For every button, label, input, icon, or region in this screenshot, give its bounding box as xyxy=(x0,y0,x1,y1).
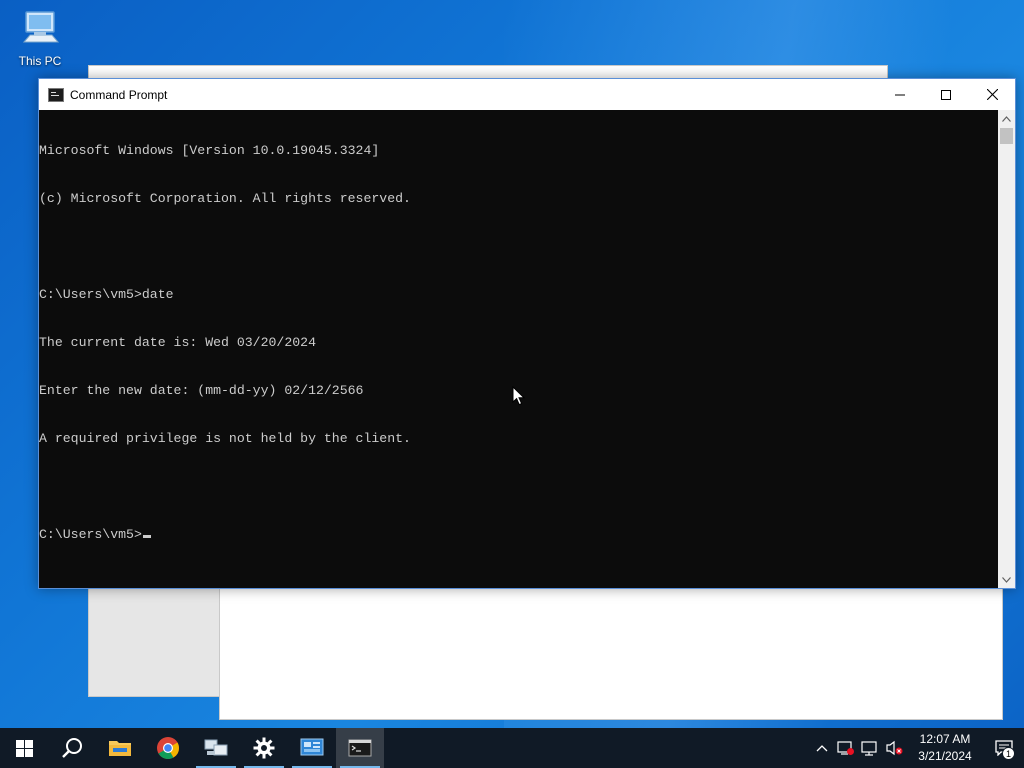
console-line: A required privilege is not held by the … xyxy=(39,431,411,446)
close-button[interactable] xyxy=(969,79,1015,110)
console-line: Microsoft Windows [Version 10.0.19045.33… xyxy=(39,143,380,158)
taskbar: 12:07 AM 3/21/2024 1 xyxy=(0,728,1024,768)
volume-muted-icon xyxy=(886,740,903,756)
command-prompt-window[interactable]: Command Prompt Microsoft Windows [Versio… xyxy=(38,78,1016,589)
tray-network-warning[interactable] xyxy=(834,728,858,768)
clock[interactable]: 12:07 AM 3/21/2024 xyxy=(906,728,984,768)
minimize-icon xyxy=(895,94,905,95)
chevron-up-icon xyxy=(816,745,828,752)
console-output[interactable]: Microsoft Windows [Version 10.0.19045.33… xyxy=(39,110,998,588)
network-icon xyxy=(861,741,877,756)
console-line: (c) Microsoft Corporation. All rights re… xyxy=(39,191,411,206)
search-button[interactable] xyxy=(48,728,96,768)
scroll-down-button[interactable] xyxy=(998,571,1015,588)
start-button[interactable] xyxy=(0,728,48,768)
chevron-up-icon xyxy=(1002,115,1011,122)
console-line: The current date is: Wed 03/20/2024 xyxy=(39,335,316,350)
chrome-button[interactable] xyxy=(144,728,192,768)
network-warning-icon xyxy=(837,741,854,755)
scroll-up-button[interactable] xyxy=(998,110,1015,127)
desktop-icon-label: This PC xyxy=(18,54,62,68)
vertical-scrollbar[interactable] xyxy=(998,110,1015,588)
background-window-content[interactable] xyxy=(219,585,1003,720)
console-line: C:\Users\vm5>date xyxy=(39,287,174,302)
show-hidden-icons-button[interactable] xyxy=(810,728,834,768)
control-panel-icon xyxy=(300,738,324,756)
command-prompt-titlebar[interactable]: Command Prompt xyxy=(39,79,1015,110)
network-app-button[interactable] xyxy=(192,728,240,768)
minimize-button[interactable] xyxy=(877,79,923,110)
tray-volume[interactable] xyxy=(882,728,906,768)
scroll-thumb[interactable] xyxy=(1000,128,1013,144)
search-icon xyxy=(62,738,82,758)
command-prompt-button[interactable] xyxy=(336,728,384,768)
cmd-icon xyxy=(348,739,372,757)
close-icon xyxy=(986,89,998,100)
folder-icon xyxy=(109,741,131,756)
window-title: Command Prompt xyxy=(70,87,168,102)
this-pc-icon xyxy=(20,8,60,50)
desktop-icon-this-pc[interactable]: This PC xyxy=(12,8,68,74)
console-prompt: C:\Users\vm5> xyxy=(39,527,142,542)
control-panel-button[interactable] xyxy=(288,728,336,768)
tray-network[interactable] xyxy=(858,728,882,768)
clock-time: 12:07 AM xyxy=(919,732,971,746)
action-center-button[interactable]: 1 xyxy=(984,728,1024,768)
notification-count-badge: 1 xyxy=(1002,747,1015,760)
settings-button[interactable] xyxy=(240,728,288,768)
clock-date: 3/21/2024 xyxy=(918,749,972,763)
file-explorer-button[interactable] xyxy=(96,728,144,768)
gear-icon xyxy=(253,737,275,759)
window-controls xyxy=(877,79,1015,110)
maximize-button[interactable] xyxy=(923,79,969,110)
chevron-down-icon xyxy=(1002,576,1011,583)
cmd-icon xyxy=(48,87,64,102)
console-prompt-line[interactable]: C:\Users\vm5> xyxy=(39,527,998,543)
network-computers-icon xyxy=(204,739,228,756)
text-caret xyxy=(142,535,151,538)
system-tray: 12:07 AM 3/21/2024 1 xyxy=(810,728,1024,768)
maximize-icon xyxy=(941,89,951,100)
chrome-icon xyxy=(157,737,179,759)
mouse-pointer-icon xyxy=(512,386,526,406)
windows-logo-icon xyxy=(15,739,33,757)
